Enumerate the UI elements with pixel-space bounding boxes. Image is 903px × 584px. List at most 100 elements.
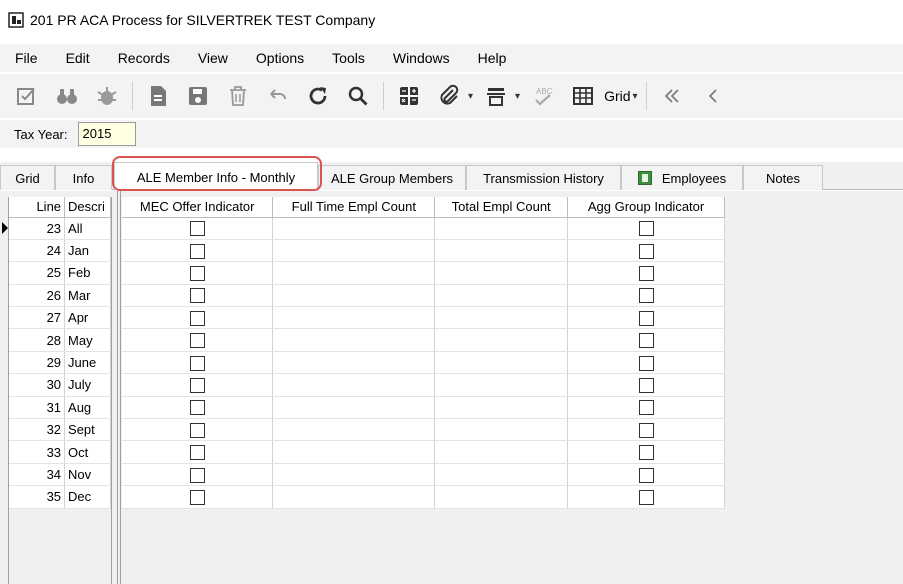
total-empl-count-cell[interactable] [434,261,569,285]
menu-windows[interactable]: Windows [378,44,463,72]
table-row[interactable] [122,485,725,509]
total-empl-count-cell[interactable] [434,485,569,509]
description-cell[interactable]: May [64,328,111,352]
total-empl-count-cell[interactable] [434,463,569,487]
line-cell[interactable]: 25 [9,261,66,285]
menu-tools[interactable]: Tools [317,44,378,72]
table-row[interactable]: 35 Dec [9,485,111,509]
table-row[interactable] [122,306,725,330]
agg-group-indicator-cell[interactable] [567,284,725,308]
total-empl-count-cell[interactable] [434,306,569,330]
total-empl-count-cell[interactable] [434,351,569,375]
table-row[interactable] [122,261,725,285]
table-row[interactable]: 29 June [9,351,111,375]
grid-view-button[interactable] [566,79,600,113]
agg-group-indicator-checkbox[interactable] [638,422,654,438]
agg-group-indicator-checkbox[interactable] [638,445,654,461]
grid-splitter[interactable] [117,191,121,584]
find-button[interactable] [50,79,84,113]
line-cell[interactable]: 35 [9,485,66,509]
mec-offer-indicator-checkbox[interactable] [189,445,205,461]
agg-group-indicator-checkbox[interactable] [638,400,654,416]
menu-view[interactable]: View [183,44,241,72]
table-row[interactable] [122,418,725,442]
agg-group-indicator-checkbox[interactable] [638,333,654,349]
column-header-full-time-empl-count[interactable]: Full Time Empl Count [272,197,436,218]
total-empl-count-cell[interactable] [434,440,569,464]
grid-dropdown-icon[interactable]: ▾ [633,91,638,102]
description-cell[interactable]: Oct [64,440,111,464]
undo-button[interactable] [261,79,295,113]
description-cell[interactable]: Dec [64,485,111,509]
total-empl-count-cell[interactable] [434,373,569,397]
description-cell[interactable]: June [64,351,111,375]
description-cell[interactable]: Jan [64,239,111,263]
description-cell[interactable]: Sept [64,418,111,442]
tab-employees[interactable]: Employees [621,165,743,190]
total-empl-count-cell[interactable] [434,396,569,420]
mec-offer-indicator-cell[interactable] [122,351,274,375]
table-row[interactable] [122,373,725,397]
table-row[interactable]: 30 July [9,373,111,397]
agg-group-indicator-checkbox[interactable] [638,489,654,505]
new-document-button[interactable] [141,79,175,113]
menu-help[interactable]: Help [463,44,520,72]
edit-check-button[interactable] [10,79,44,113]
attachment-button[interactable] [432,79,466,113]
mec-offer-indicator-checkbox[interactable] [189,288,205,304]
line-cell[interactable]: 27 [9,306,66,330]
mec-offer-indicator-cell[interactable] [122,396,274,420]
description-cell[interactable]: Mar [64,284,111,308]
full-time-empl-count-cell[interactable] [272,440,436,464]
total-empl-count-cell[interactable] [434,217,569,240]
table-row[interactable]: 34 Nov [9,463,111,487]
table-row[interactable]: 26 Mar [9,284,111,308]
full-time-empl-count-cell[interactable] [272,328,436,352]
full-time-empl-count-cell[interactable] [272,239,436,263]
first-record-button[interactable] [655,79,689,113]
full-time-empl-count-cell[interactable] [272,463,436,487]
mec-offer-indicator-checkbox[interactable] [189,377,205,393]
agg-group-indicator-checkbox[interactable] [638,221,654,237]
debug-button[interactable] [90,79,124,113]
table-row[interactable]: 33 Oct [9,440,111,464]
column-header-mec-offer-indicator[interactable]: MEC Offer Indicator [122,197,274,218]
line-cell[interactable]: 33 [9,440,66,464]
table-row[interactable] [122,351,725,375]
menu-records[interactable]: Records [103,44,183,72]
delete-button[interactable] [221,79,255,113]
agg-group-indicator-cell[interactable] [567,217,725,240]
line-cell[interactable]: 26 [9,284,66,308]
column-header-agg-group-indicator[interactable]: Agg Group Indicator [567,197,725,218]
tax-year-field[interactable]: 2015 [77,122,136,146]
full-time-empl-count-cell[interactable] [272,351,436,375]
agg-group-indicator-cell[interactable] [567,351,725,375]
attachment-dropdown-icon[interactable]: ▾ [468,91,473,102]
table-row[interactable]: 23 All [9,217,111,240]
agg-group-indicator-cell[interactable] [567,463,725,487]
tab-notes[interactable]: Notes [743,165,823,190]
line-cell[interactable]: 32 [9,418,66,442]
full-time-empl-count-cell[interactable] [272,485,436,509]
line-cell[interactable]: 29 [9,351,66,375]
mec-offer-indicator-checkbox[interactable] [189,467,205,483]
full-time-empl-count-cell[interactable] [272,261,436,285]
tab-ale-member-info-monthly[interactable]: ALE Member Info - Monthly [114,162,318,191]
grid-view-label[interactable]: Grid [604,88,630,104]
full-time-empl-count-cell[interactable] [272,284,436,308]
table-row[interactable] [122,396,725,420]
mec-offer-indicator-checkbox[interactable] [189,310,205,326]
table-row[interactable] [122,217,725,240]
mec-offer-indicator-checkbox[interactable] [189,221,205,237]
print-dropdown-icon[interactable]: ▾ [515,91,520,102]
mec-offer-indicator-cell[interactable] [122,328,274,352]
agg-group-indicator-cell[interactable] [567,485,725,509]
menu-file[interactable]: File [0,44,51,72]
menu-options[interactable]: Options [241,44,317,72]
mec-offer-indicator-cell[interactable] [122,217,274,240]
mec-offer-indicator-checkbox[interactable] [189,333,205,349]
mec-offer-indicator-cell[interactable] [122,239,274,263]
total-empl-count-cell[interactable] [434,239,569,263]
agg-group-indicator-cell[interactable] [567,396,725,420]
agg-group-indicator-cell[interactable] [567,440,725,464]
